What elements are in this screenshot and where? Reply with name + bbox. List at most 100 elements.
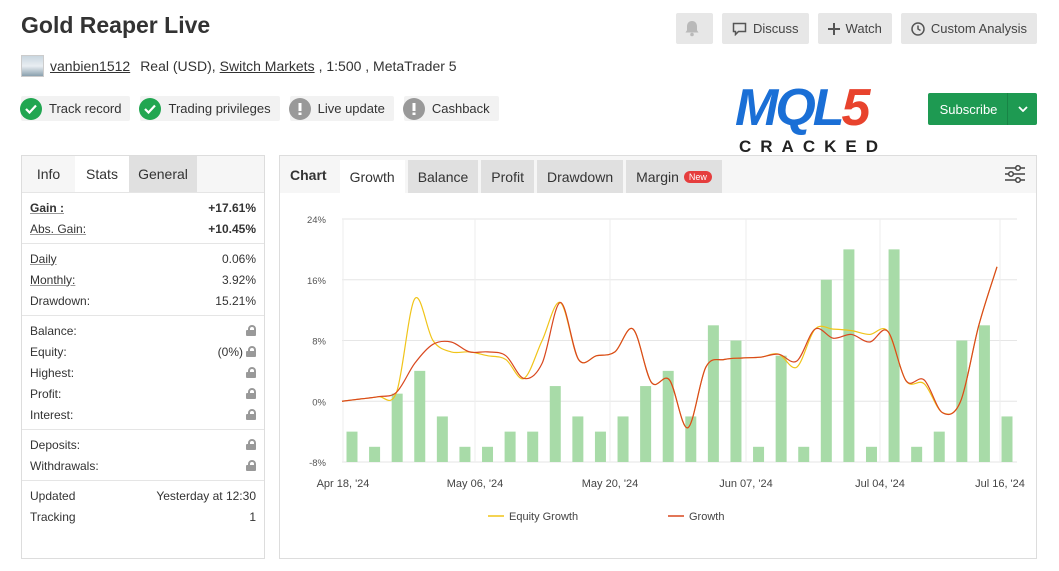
tab-profit[interactable]: Profit xyxy=(481,160,534,193)
tracking-label: Tracking xyxy=(30,509,76,524)
x-tick-label: Jun 07, '24 xyxy=(719,478,772,490)
badge-live-update[interactable]: Live update xyxy=(288,96,394,121)
chart-bar xyxy=(753,446,765,462)
chart-tabs: Chart Growth Balance Profit Drawdown Mar… xyxy=(280,156,1036,193)
y-tick-label: -8% xyxy=(309,458,326,469)
chart-bar xyxy=(640,386,652,462)
chat-icon xyxy=(732,22,747,36)
x-tick-label: Jul 16, '24 xyxy=(975,478,1025,490)
badge-track-record[interactable]: Track record xyxy=(20,96,131,121)
custom-analysis-button[interactable]: Custom Analysis xyxy=(900,13,1037,44)
notification-button[interactable] xyxy=(676,13,714,44)
tab-chart[interactable]: Chart xyxy=(280,156,337,193)
chart-bar xyxy=(865,446,877,462)
account-info: vanbien1512 Real (USD), Switch Markets ,… xyxy=(21,55,457,77)
avatar[interactable] xyxy=(21,55,44,77)
discuss-label: Discuss xyxy=(753,21,799,36)
chart-bar xyxy=(843,249,855,462)
tab-info[interactable]: Info xyxy=(22,156,75,192)
chevron-down-icon[interactable] xyxy=(1007,93,1037,125)
watch-button[interactable]: Watch xyxy=(817,13,892,44)
chart-bar xyxy=(978,325,990,462)
settings-sliders-icon[interactable] xyxy=(1004,164,1026,189)
gain-label: Gain : xyxy=(30,200,65,215)
watch-label: Watch xyxy=(845,21,882,36)
custom-analysis-label: Custom Analysis xyxy=(930,21,1027,36)
chart-bar xyxy=(572,416,584,462)
tab-drawdown[interactable]: Drawdown xyxy=(536,160,624,193)
balance-label: Balance: xyxy=(30,323,77,338)
stats-panel: Info Stats General Gain : +17.61% Abs. Ga… xyxy=(21,155,265,559)
badge-cashback[interactable]: Cashback xyxy=(402,96,499,121)
tracking-value: 1 xyxy=(249,509,256,524)
badge-trading-privileges[interactable]: Trading privileges xyxy=(139,96,280,121)
tab-general[interactable]: General xyxy=(129,156,197,192)
monthly-value: 3.92% xyxy=(221,272,256,287)
equity-label: Equity: xyxy=(30,344,67,359)
chart-bar xyxy=(594,431,606,462)
x-tick-label: May 20, '24 xyxy=(582,478,639,490)
lock-icon xyxy=(246,409,256,420)
profit-label: Profit: xyxy=(30,386,62,401)
chart-bar xyxy=(459,446,471,462)
chart-bar xyxy=(436,416,448,462)
rate-group: Daily 0.06% Monthly: 3.92% Drawdown: 15.21% xyxy=(22,244,264,316)
deposits-group: Deposits: Withdrawals: xyxy=(22,430,264,481)
check-icon xyxy=(139,97,162,120)
chart-bar xyxy=(504,431,516,462)
lock-icon xyxy=(246,325,256,336)
abs-gain-value: +10.45% xyxy=(208,221,256,236)
y-tick-label: 0% xyxy=(312,397,326,408)
badges: Track record Trading privileges Live upd… xyxy=(20,96,499,121)
chart-bar xyxy=(1001,416,1013,462)
drawdown-value: 15.21% xyxy=(215,293,256,308)
margin-label: Margin xyxy=(636,168,679,185)
abs-gain-label: Abs. Gain: xyxy=(30,221,87,236)
drawdown-label: Drawdown: xyxy=(30,293,91,308)
chart-bar xyxy=(549,386,561,462)
bell-icon xyxy=(684,20,700,37)
chart-bar xyxy=(775,355,787,462)
badge-label: Cashback xyxy=(431,101,490,116)
x-tick-label: Jul 04, '24 xyxy=(855,478,905,490)
lock-icon xyxy=(246,346,256,357)
logo-cracked: CRACKED xyxy=(739,137,887,156)
logo-5: 5 xyxy=(841,79,871,137)
top-actions: Discuss Watch Custom Analysis xyxy=(676,13,1037,44)
gain-value: +17.61% xyxy=(208,200,256,215)
deposits-label: Deposits: xyxy=(30,437,81,452)
clock-icon xyxy=(911,21,925,36)
balance-group: Balance: Equity: (0%) Highest: Profit: In… xyxy=(22,316,264,430)
broker-link[interactable]: Switch Markets xyxy=(220,58,315,74)
tab-growth[interactable]: Growth xyxy=(339,160,405,193)
chart-bar xyxy=(798,446,810,462)
chart-bar xyxy=(707,325,719,462)
exclamation-icon xyxy=(402,97,425,120)
updated-value: Yesterday at 12:30 xyxy=(156,488,256,503)
lock-icon xyxy=(246,460,256,471)
chart-bar xyxy=(911,446,923,462)
discuss-button[interactable]: Discuss xyxy=(722,13,809,44)
mql5-cracked-logo: MQL5 CRACKED xyxy=(735,82,895,160)
subscribe-label: Subscribe xyxy=(939,101,998,117)
tab-margin[interactable]: Margin New xyxy=(626,160,722,193)
tab-balance[interactable]: Balance xyxy=(407,160,479,193)
chart-bar xyxy=(956,340,968,462)
chart-bar xyxy=(391,393,403,462)
account-details: , 1:500 , MetaTrader 5 xyxy=(318,58,457,74)
gain-group: Gain : +17.61% Abs. Gain: +10.45% xyxy=(22,193,264,244)
lock-icon xyxy=(246,439,256,450)
y-tick-label: 16% xyxy=(307,276,327,287)
new-badge: New xyxy=(683,170,712,183)
tab-stats[interactable]: Stats xyxy=(75,156,129,192)
subscribe-button[interactable]: Subscribe xyxy=(928,93,1037,125)
exclamation-icon xyxy=(288,97,311,120)
y-tick-label: 24% xyxy=(307,215,327,226)
chart-bar xyxy=(369,446,381,462)
highest-label: Highest: xyxy=(30,365,75,380)
chart-bar xyxy=(414,370,426,462)
legend-label-equity: Equity Growth xyxy=(509,511,578,523)
chart-bar xyxy=(527,431,539,462)
chart-bar xyxy=(820,279,832,462)
user-link[interactable]: vanbien1512 xyxy=(50,58,130,74)
